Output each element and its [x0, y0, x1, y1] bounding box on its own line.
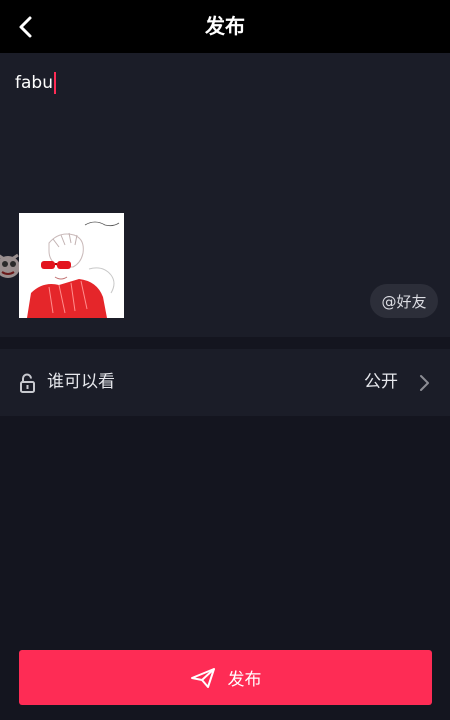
publish-button[interactable]: 发布 [19, 650, 432, 705]
visibility-setting-row[interactable]: 谁可以看 公开 [0, 349, 450, 416]
compose-area[interactable]: fabu @好友 [0, 53, 450, 337]
mention-friends-button[interactable]: @好友 [370, 284, 438, 318]
cover-illustration [19, 213, 124, 318]
video-thumbnail[interactable] [19, 213, 124, 318]
section-divider [0, 337, 450, 349]
unlock-icon [20, 373, 35, 393]
visibility-label: 谁可以看 [47, 372, 115, 392]
text-cursor [53, 72, 56, 94]
top-bar: 发布 [0, 0, 450, 53]
chevron-right-icon [420, 375, 429, 391]
caption-text: fabu [15, 73, 53, 93]
publish-label: 发布 [227, 670, 262, 690]
page-title: 发布 [205, 14, 245, 38]
publish-screen: 发布 fabu @好友 谁可以看 公开 发布 [0, 0, 450, 720]
visibility-value: 公开 [364, 372, 398, 392]
caption-input[interactable]: fabu [15, 72, 56, 94]
paper-plane-icon [190, 667, 215, 688]
